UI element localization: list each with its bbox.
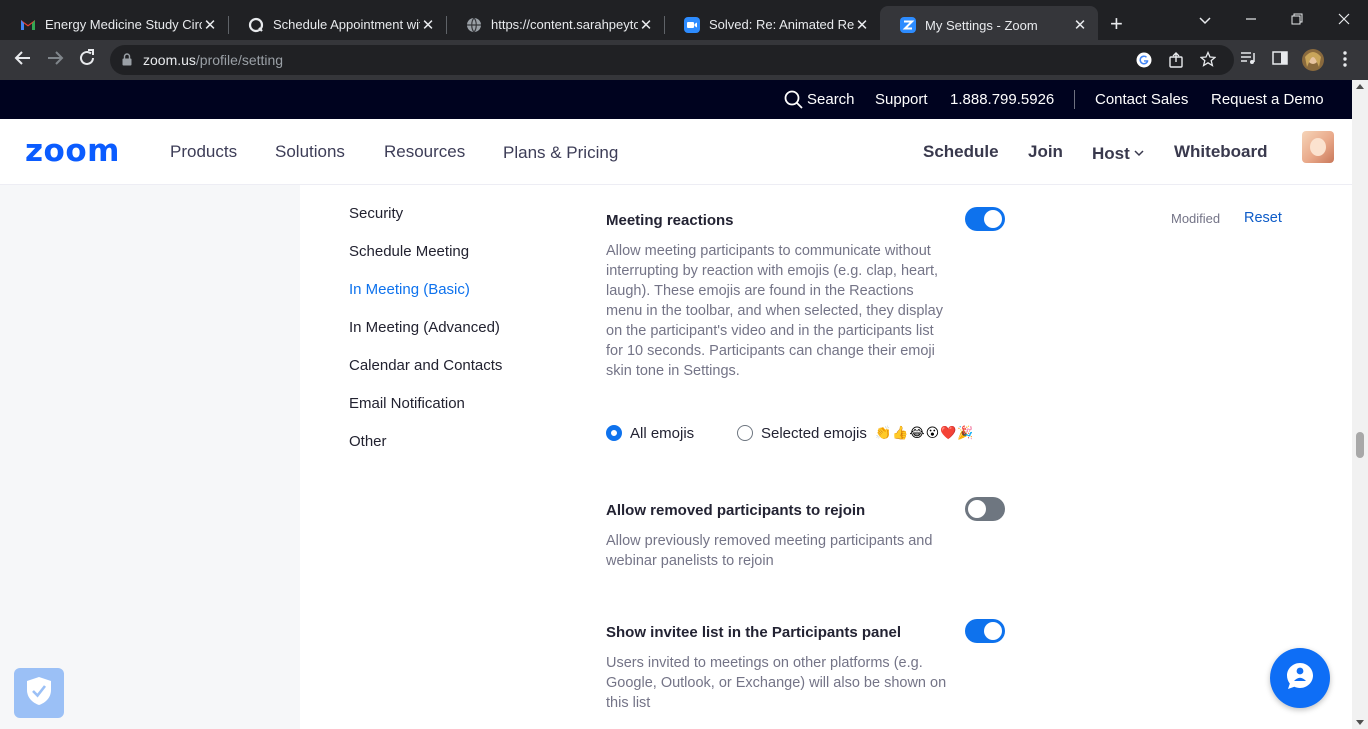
tab-title: My Settings - Zoom (925, 17, 1038, 33)
address-bar[interactable]: zoom.us/profile/setting (110, 45, 1234, 75)
tab-zoom-community[interactable]: Solved: Re: Animated Reactions ✕ (664, 8, 880, 41)
share-icon[interactable] (1168, 52, 1184, 73)
toggle-knob (968, 500, 986, 518)
sidenav-other[interactable]: Other (349, 433, 387, 450)
chatbot-icon (1284, 660, 1316, 697)
selected-emojis-preview: 👏👍😂😮❤️🎉 (875, 425, 975, 440)
modified-label: Modified (1171, 211, 1221, 226)
privacy-shield-button[interactable] (14, 668, 64, 718)
setting-desc-rejoin: Allow previously removed meeting partici… (606, 533, 933, 569)
sidenav-email-notification[interactable]: Email Notification (349, 395, 465, 412)
close-window-icon[interactable] (1338, 12, 1350, 29)
support-link[interactable]: Support (875, 91, 928, 108)
back-icon[interactable] (14, 49, 32, 72)
url-path: /profile/setting (195, 52, 284, 68)
nav-whiteboard[interactable]: Whiteboard (1174, 142, 1268, 162)
zoom-video-icon (684, 16, 700, 33)
reset-link[interactable]: Reset (1244, 210, 1282, 226)
sidenav-schedule-meeting[interactable]: Schedule Meeting (349, 243, 469, 260)
scroll-down-icon[interactable] (1356, 720, 1364, 725)
chevron-down-icon (1134, 142, 1144, 161)
close-icon[interactable]: ✕ (854, 16, 870, 34)
tab-schedule-appointment[interactable]: Schedule Appointment with Sarah ✕ (228, 8, 447, 41)
tab-gmail[interactable]: Energy Medicine Study Circle ✕ (0, 8, 229, 41)
setting-desc-meeting-reactions: Allow meeting participants to communicat… (606, 243, 943, 379)
main-nav: zoom Products Solutions Resources Plans … (0, 119, 1352, 185)
chat-support-button[interactable] (1270, 648, 1330, 708)
bookmark-star-icon[interactable] (1199, 50, 1217, 72)
utility-bar: Search Support 1.888.799.5926 Contact Sa… (0, 80, 1352, 119)
radio-selected-emojis-label[interactable]: Selected emojis (761, 425, 867, 442)
shield-check-icon (25, 675, 53, 712)
tab-title: Schedule Appointment with Sarah (273, 17, 420, 32)
zoom-logo[interactable]: zoom (25, 133, 120, 169)
meeting-reactions-toggle[interactable] (965, 207, 1005, 231)
avatar-face (1310, 138, 1326, 156)
radio-all-emojis[interactable] (606, 425, 622, 441)
close-icon[interactable]: ✕ (1072, 16, 1088, 34)
phone-link[interactable]: 1.888.799.5926 (950, 91, 1054, 108)
reload-icon[interactable] (78, 49, 96, 72)
new-tab-icon[interactable]: + (1110, 13, 1123, 35)
nav-join[interactable]: Join (1028, 142, 1063, 162)
sidenav-calendar-contacts[interactable]: Calendar and Contacts (349, 357, 502, 374)
url-host: zoom.us (143, 52, 196, 68)
media-control-icon[interactable] (1240, 51, 1256, 70)
tab-content-sarahpeyton[interactable]: https://content.sarahpeyton.com ✕ (446, 8, 665, 41)
divider (1074, 90, 1075, 109)
nav-solutions[interactable]: Solutions (275, 142, 345, 162)
nav-products[interactable]: Products (170, 142, 237, 162)
profile-avatar-icon[interactable] (1302, 49, 1324, 76)
google-icon[interactable] (1136, 52, 1152, 73)
lock-icon[interactable] (122, 53, 132, 71)
setting-title-rejoin: Allow removed participants to rejoin (606, 502, 866, 519)
toggle-knob (984, 622, 1002, 640)
contact-sales-link[interactable]: Contact Sales (1095, 91, 1188, 108)
page-content: Search Support 1.888.799.5926 Contact Sa… (0, 80, 1352, 729)
close-icon[interactable]: ✕ (420, 16, 436, 34)
tab-title: Solved: Re: Animated Reactions (709, 17, 854, 32)
rejoin-toggle[interactable] (965, 497, 1005, 521)
sidenav-in-meeting-basic[interactable]: In Meeting (Basic) (349, 281, 470, 298)
setting-title-invitee-list: Show invitee list in the Participants pa… (606, 624, 902, 641)
search-link[interactable]: Search (807, 91, 855, 108)
close-icon[interactable]: ✕ (638, 16, 654, 34)
invitee-list-toggle[interactable] (965, 619, 1005, 643)
nav-schedule[interactable]: Schedule (923, 142, 999, 162)
browser-toolbar: zoom.us/profile/setting (0, 40, 1368, 80)
scheduling-icon (248, 17, 264, 33)
scroll-up-icon[interactable] (1356, 84, 1364, 89)
zoom-icon (900, 17, 916, 33)
setting-desc-invitee-list: Users invited to meetings on other platf… (606, 655, 947, 711)
nav-resources[interactable]: Resources (384, 142, 465, 162)
search-icon[interactable] (784, 90, 803, 113)
restore-icon[interactable] (1291, 12, 1303, 29)
url-text: zoom.us/profile/setting (143, 52, 283, 68)
nav-host-label: Host (1092, 144, 1130, 163)
setting-title-meeting-reactions: Meeting reactions (606, 212, 734, 229)
side-panel-icon[interactable] (1272, 51, 1288, 70)
radio-selected-emojis[interactable] (737, 425, 753, 441)
radio-all-emojis-label[interactable]: All emojis (630, 425, 694, 442)
left-gutter (0, 185, 300, 729)
page-scrollbar[interactable] (1352, 80, 1368, 729)
tab-title: Energy Medicine Study Circle (45, 17, 202, 32)
scrollbar-thumb[interactable] (1356, 432, 1364, 458)
avatar[interactable] (1302, 131, 1334, 163)
toggle-knob (984, 210, 1002, 228)
close-icon[interactable]: ✕ (202, 16, 218, 34)
gmail-icon (20, 17, 36, 33)
sidenav-in-meeting-advanced[interactable]: In Meeting (Advanced) (349, 319, 500, 336)
tab-title: https://content.sarahpeyton.com (491, 17, 638, 32)
globe-icon (466, 17, 482, 33)
forward-icon[interactable] (46, 49, 64, 72)
browser-menu-icon[interactable] (1343, 51, 1347, 72)
request-demo-link[interactable]: Request a Demo (1211, 91, 1324, 108)
nav-host[interactable]: Host (1092, 142, 1144, 164)
sidenav-security[interactable]: Security (349, 205, 403, 222)
nav-plans-pricing[interactable]: Plans & Pricing (503, 143, 618, 163)
tab-search-icon[interactable] (1199, 12, 1211, 29)
minimize-icon[interactable] (1245, 12, 1257, 29)
